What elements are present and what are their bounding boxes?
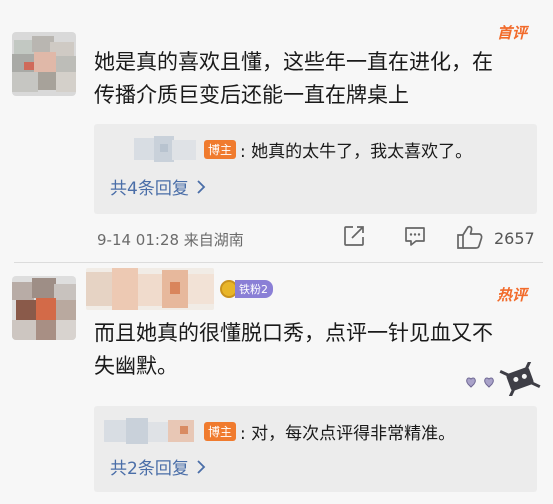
comment-text: 而且她真的很懂脱口秀，点评一针见血又不失幽默。 — [94, 321, 493, 378]
comment-icon[interactable] — [403, 224, 427, 252]
comment-meta: 9-14 01:28 来自湖南 — [97, 231, 244, 249]
comment-item: 铁粉2 热评 而且她真的很懂脱口秀，点评一针见血又不失幽默。 博主: 对，每次… — [0, 262, 553, 504]
comment-text: 她是真的喜欢且懂，这些年一直在进化，在传播介质巨变后还能一直在牌桌上 — [94, 50, 493, 107]
emoji-sticker — [462, 362, 542, 396]
commenter-name[interactable] — [86, 268, 214, 310]
like-icon[interactable] — [456, 224, 484, 254]
reply-box[interactable]: 博主 : 她真的太牛了，我太喜欢了。 共4条回复 — [94, 124, 537, 214]
author-tag: 博主 — [204, 421, 237, 441]
chevron-right-icon — [197, 459, 206, 479]
more-replies-label: 共2条回复 — [110, 459, 189, 479]
fan-badge: 铁粉2 — [220, 279, 273, 299]
hot-comment-badge: 热评 — [496, 286, 527, 304]
first-comment-badge: 首评 — [496, 24, 527, 42]
author-reply: 博主 : 对，每次点评得非常精准。 — [104, 418, 455, 444]
more-replies-label: 共4条回复 — [110, 179, 189, 199]
author-tag: 博主 — [204, 139, 237, 159]
reply-box[interactable]: 博主 : 对，每次点评得非常精准。 共2条回复 — [94, 406, 537, 492]
reply-text: : 她真的太牛了，我太喜欢了。 — [240, 141, 473, 162]
avatar[interactable] — [12, 276, 76, 340]
share-icon[interactable] — [342, 224, 366, 252]
avatar[interactable] — [12, 32, 76, 96]
reply-text: : 对，每次点评得非常精准。 — [240, 423, 456, 444]
author-reply: 博主 : 她真的太牛了，我太喜欢了。 — [104, 136, 472, 162]
more-replies-link[interactable]: 共4条回复 — [110, 174, 206, 199]
reply-avatar — [104, 418, 198, 444]
reply-avatar — [104, 136, 198, 162]
like-count: 2657 — [494, 229, 535, 248]
comment-item: 首评 她是真的喜欢且懂，这些年一直在进化，在传播介质巨变后还能一直在牌桌上 博主… — [0, 0, 553, 262]
fan-badge-label: 铁粉2 — [235, 280, 273, 298]
chevron-right-icon — [197, 179, 206, 199]
more-replies-link[interactable]: 共2条回复 — [110, 454, 206, 479]
commenter-name-row: 铁粉2 — [86, 268, 273, 310]
